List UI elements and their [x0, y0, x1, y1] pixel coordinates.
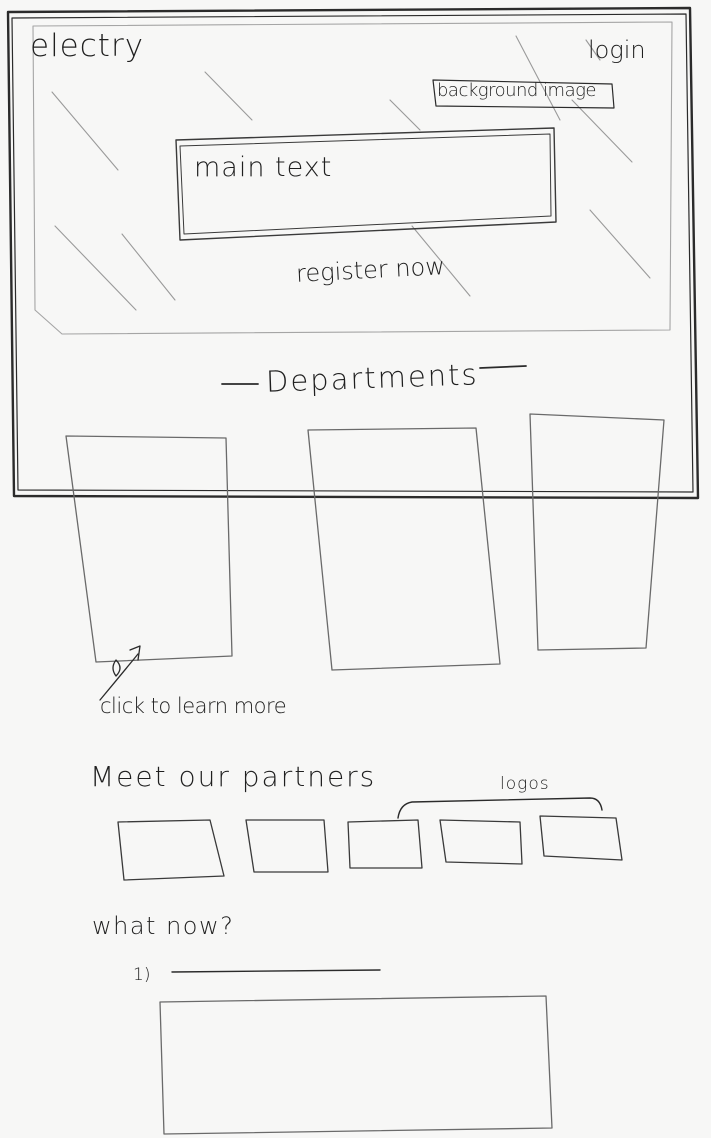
- next-step-content-box: [159, 995, 553, 1135]
- login-link[interactable]: login: [588, 36, 646, 64]
- partner-logo-3[interactable]: [347, 819, 423, 869]
- partner-logo-4[interactable]: [439, 819, 523, 865]
- partner-logo-2[interactable]: [245, 819, 329, 873]
- partner-logo-5[interactable]: [539, 815, 623, 861]
- main-text-box: [175, 127, 557, 241]
- what-now-heading: what now?: [92, 912, 235, 940]
- background-image-note: background image: [437, 80, 597, 101]
- logos-brace: [397, 797, 603, 819]
- partners-heading: Meet our partners: [90, 760, 377, 793]
- partner-logo-1[interactable]: [117, 819, 225, 881]
- hero-main-text: main text: [194, 152, 333, 183]
- click-to-learn-more-note: click to learn more: [100, 694, 287, 718]
- step-line: [171, 969, 381, 973]
- hero-background-image: [32, 21, 673, 335]
- department-card-2[interactable]: [307, 427, 501, 671]
- brand-logo-text[interactable]: electry: [30, 28, 144, 64]
- logos-note: logos: [500, 774, 550, 794]
- step-number: 1): [133, 965, 151, 985]
- department-card-3[interactable]: [529, 413, 665, 651]
- annotation-arrow: [99, 645, 141, 701]
- department-card-1[interactable]: [65, 435, 233, 663]
- wireframe-sketch: [6, 6, 700, 1135]
